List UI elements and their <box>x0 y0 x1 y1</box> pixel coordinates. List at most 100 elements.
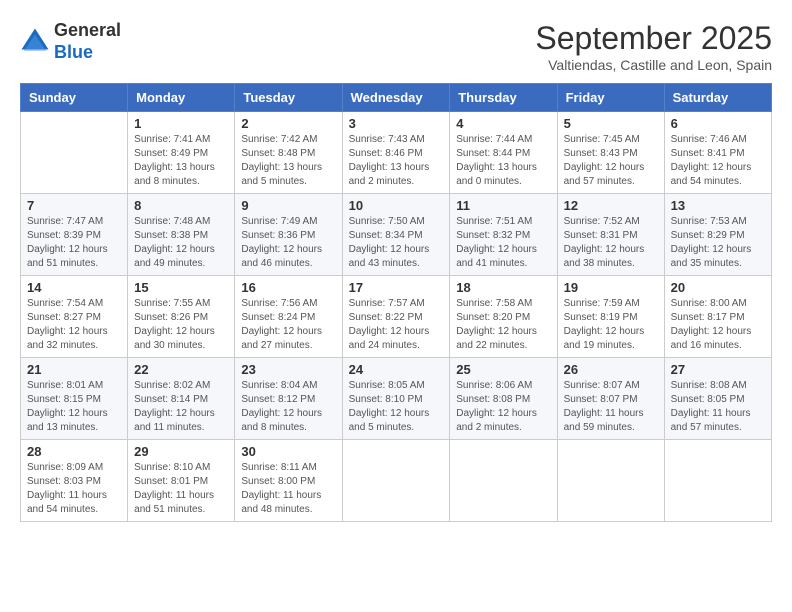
calendar-cell: 26Sunrise: 8:07 AM Sunset: 8:07 PM Dayli… <box>557 358 664 440</box>
day-info: Sunrise: 8:05 AM Sunset: 8:10 PM Dayligh… <box>349 379 444 435</box>
calendar-cell: 9Sunrise: 7:49 AM Sunset: 8:36 PM Daylig… <box>235 194 342 276</box>
day-number: 12 <box>564 198 658 213</box>
day-info: Sunrise: 8:09 AM Sunset: 8:03 PM Dayligh… <box>27 461 121 517</box>
calendar-week-row: 7 Sunrise: 7:47 AM Sunset: 8:39 PM Daylig… <box>21 194 772 276</box>
day-header-wednesday: Wednesday <box>342 84 450 112</box>
location-subtitle: Valtiendas, Castille and Leon, Spain <box>535 57 772 73</box>
day-info: Sunrise: 8:08 AM Sunset: 8:05 PM Dayligh… <box>671 379 765 435</box>
calendar-cell: 28Sunrise: 8:09 AM Sunset: 8:03 PM Dayli… <box>21 440 128 522</box>
calendar-cell <box>664 440 771 522</box>
day-info: Sunrise: 8:11 AM Sunset: 8:00 PM Dayligh… <box>241 461 335 517</box>
day-info: Sunrise: 7:44 AM Sunset: 8:44 PM Dayligh… <box>456 133 550 189</box>
day-info: Sunrise: 7:56 AM Sunset: 8:24 PM Dayligh… <box>241 297 335 353</box>
logo-blue-text: Blue <box>54 42 93 62</box>
calendar-cell: 4 Sunrise: 7:44 AM Sunset: 8:44 PM Daylig… <box>450 112 557 194</box>
day-number: 21 <box>27 362 121 377</box>
day-number: 14 <box>27 280 121 295</box>
day-number: 6 <box>671 116 765 131</box>
day-number: 15 <box>134 280 228 295</box>
calendar-cell: 16 Sunrise: 7:56 AM Sunset: 8:24 PM Dayli… <box>235 276 342 358</box>
day-info: Sunrise: 7:53 AM Sunset: 8:29 PM Dayligh… <box>671 215 765 271</box>
calendar-cell: 25 Sunrise: 8:06 AM Sunset: 8:08 PM Dayli… <box>450 358 557 440</box>
calendar-cell <box>450 440 557 522</box>
day-number: 19 <box>564 280 658 295</box>
day-number: 8 <box>134 198 228 213</box>
day-number: 7 <box>27 198 121 213</box>
calendar-week-row: 21 Sunrise: 8:01 AM Sunset: 8:15 PM Dayli… <box>21 358 772 440</box>
day-info: Sunrise: 8:02 AM Sunset: 8:14 PM Dayligh… <box>134 379 228 435</box>
month-title: September 2025 <box>535 20 772 57</box>
day-number: 17 <box>349 280 444 295</box>
calendar-cell: 11 Sunrise: 7:51 AM Sunset: 8:32 PM Dayli… <box>450 194 557 276</box>
calendar-cell: 13Sunrise: 7:53 AM Sunset: 8:29 PM Dayli… <box>664 194 771 276</box>
calendar-week-row: 14 Sunrise: 7:54 AM Sunset: 8:27 PM Dayli… <box>21 276 772 358</box>
calendar-cell: 7 Sunrise: 7:47 AM Sunset: 8:39 PM Daylig… <box>21 194 128 276</box>
day-number: 20 <box>671 280 765 295</box>
day-info: Sunrise: 7:55 AM Sunset: 8:26 PM Dayligh… <box>134 297 228 353</box>
calendar-cell <box>21 112 128 194</box>
day-info: Sunrise: 7:52 AM Sunset: 8:31 PM Dayligh… <box>564 215 658 271</box>
day-header-friday: Friday <box>557 84 664 112</box>
day-info: Sunrise: 7:54 AM Sunset: 8:27 PM Dayligh… <box>27 297 121 353</box>
calendar-cell: 10 Sunrise: 7:50 AM Sunset: 8:34 PM Dayli… <box>342 194 450 276</box>
calendar-cell: 1 Sunrise: 7:41 AM Sunset: 8:49 PM Daylig… <box>128 112 235 194</box>
day-info: Sunrise: 8:04 AM Sunset: 8:12 PM Dayligh… <box>241 379 335 435</box>
day-info: Sunrise: 7:45 AM Sunset: 8:43 PM Dayligh… <box>564 133 658 189</box>
calendar-cell: 15 Sunrise: 7:55 AM Sunset: 8:26 PM Dayli… <box>128 276 235 358</box>
day-number: 22 <box>134 362 228 377</box>
day-number: 16 <box>241 280 335 295</box>
calendar-week-row: 28Sunrise: 8:09 AM Sunset: 8:03 PM Dayli… <box>21 440 772 522</box>
logo: General Blue <box>20 20 121 63</box>
calendar-table: SundayMondayTuesdayWednesdayThursdayFrid… <box>20 83 772 522</box>
day-info: Sunrise: 8:00 AM Sunset: 8:17 PM Dayligh… <box>671 297 765 353</box>
day-number: 1 <box>134 116 228 131</box>
day-number: 27 <box>671 362 765 377</box>
day-number: 24 <box>349 362 444 377</box>
day-info: Sunrise: 7:50 AM Sunset: 8:34 PM Dayligh… <box>349 215 444 271</box>
day-header-sunday: Sunday <box>21 84 128 112</box>
day-info: Sunrise: 8:10 AM Sunset: 8:01 PM Dayligh… <box>134 461 228 517</box>
day-number: 11 <box>456 198 550 213</box>
day-number: 4 <box>456 116 550 131</box>
day-info: Sunrise: 7:43 AM Sunset: 8:46 PM Dayligh… <box>349 133 444 189</box>
day-header-tuesday: Tuesday <box>235 84 342 112</box>
day-header-saturday: Saturday <box>664 84 771 112</box>
day-info: Sunrise: 7:51 AM Sunset: 8:32 PM Dayligh… <box>456 215 550 271</box>
day-number: 9 <box>241 198 335 213</box>
day-info: Sunrise: 7:46 AM Sunset: 8:41 PM Dayligh… <box>671 133 765 189</box>
calendar-cell <box>557 440 664 522</box>
calendar-cell: 22 Sunrise: 8:02 AM Sunset: 8:14 PM Dayli… <box>128 358 235 440</box>
day-number: 29 <box>134 444 228 459</box>
calendar-cell: 19 Sunrise: 7:59 AM Sunset: 8:19 PM Dayli… <box>557 276 664 358</box>
day-number: 10 <box>349 198 444 213</box>
calendar-cell: 8 Sunrise: 7:48 AM Sunset: 8:38 PM Daylig… <box>128 194 235 276</box>
day-info: Sunrise: 8:07 AM Sunset: 8:07 PM Dayligh… <box>564 379 658 435</box>
calendar-cell: 30 Sunrise: 8:11 AM Sunset: 8:00 PM Dayli… <box>235 440 342 522</box>
day-number: 30 <box>241 444 335 459</box>
calendar-cell: 24 Sunrise: 8:05 AM Sunset: 8:10 PM Dayli… <box>342 358 450 440</box>
calendar-week-row: 1 Sunrise: 7:41 AM Sunset: 8:49 PM Daylig… <box>21 112 772 194</box>
calendar-cell: 14 Sunrise: 7:54 AM Sunset: 8:27 PM Dayli… <box>21 276 128 358</box>
day-info: Sunrise: 7:47 AM Sunset: 8:39 PM Dayligh… <box>27 215 121 271</box>
day-number: 25 <box>456 362 550 377</box>
calendar-cell: 5 Sunrise: 7:45 AM Sunset: 8:43 PM Daylig… <box>557 112 664 194</box>
day-info: Sunrise: 7:48 AM Sunset: 8:38 PM Dayligh… <box>134 215 228 271</box>
day-number: 3 <box>349 116 444 131</box>
logo-icon <box>20 27 50 57</box>
calendar-cell: 23 Sunrise: 8:04 AM Sunset: 8:12 PM Dayli… <box>235 358 342 440</box>
day-info: Sunrise: 8:06 AM Sunset: 8:08 PM Dayligh… <box>456 379 550 435</box>
day-number: 23 <box>241 362 335 377</box>
calendar-cell: 20 Sunrise: 8:00 AM Sunset: 8:17 PM Dayli… <box>664 276 771 358</box>
calendar-cell: 29 Sunrise: 8:10 AM Sunset: 8:01 PM Dayli… <box>128 440 235 522</box>
day-info: Sunrise: 7:59 AM Sunset: 8:19 PM Dayligh… <box>564 297 658 353</box>
calendar-cell: 27 Sunrise: 8:08 AM Sunset: 8:05 PM Dayli… <box>664 358 771 440</box>
day-info: Sunrise: 8:01 AM Sunset: 8:15 PM Dayligh… <box>27 379 121 435</box>
day-number: 2 <box>241 116 335 131</box>
calendar-cell: 12 Sunrise: 7:52 AM Sunset: 8:31 PM Dayli… <box>557 194 664 276</box>
day-header-monday: Monday <box>128 84 235 112</box>
day-info: Sunrise: 7:41 AM Sunset: 8:49 PM Dayligh… <box>134 133 228 189</box>
day-number: 5 <box>564 116 658 131</box>
day-info: Sunrise: 7:42 AM Sunset: 8:48 PM Dayligh… <box>241 133 335 189</box>
calendar-cell: 3 Sunrise: 7:43 AM Sunset: 8:46 PM Daylig… <box>342 112 450 194</box>
logo-general-text: General <box>54 20 121 40</box>
